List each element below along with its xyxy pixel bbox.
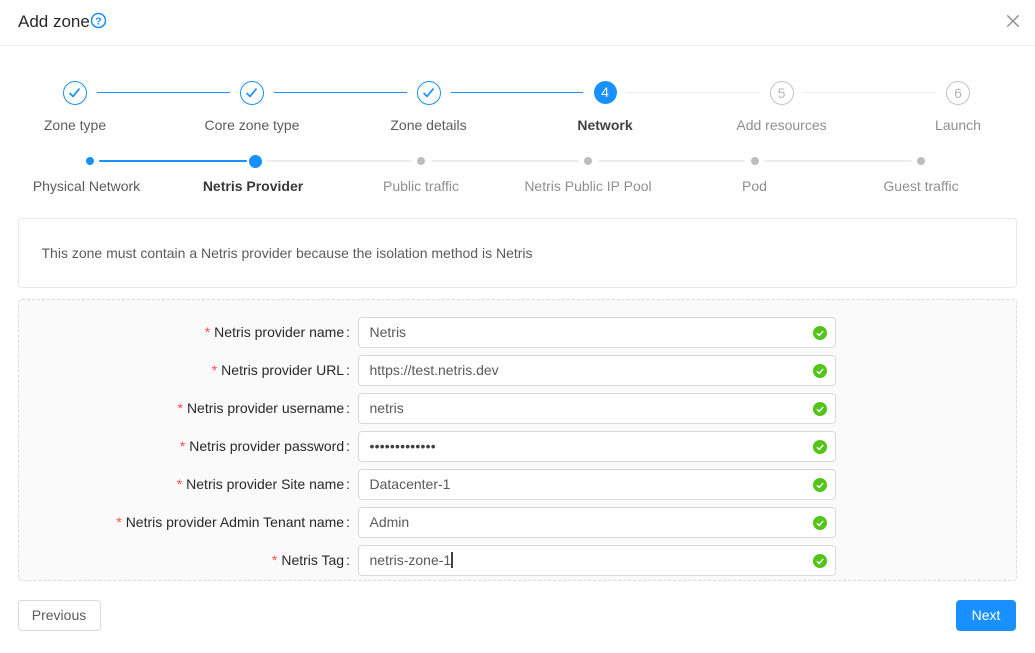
svg-text:?: ? [95, 15, 101, 27]
